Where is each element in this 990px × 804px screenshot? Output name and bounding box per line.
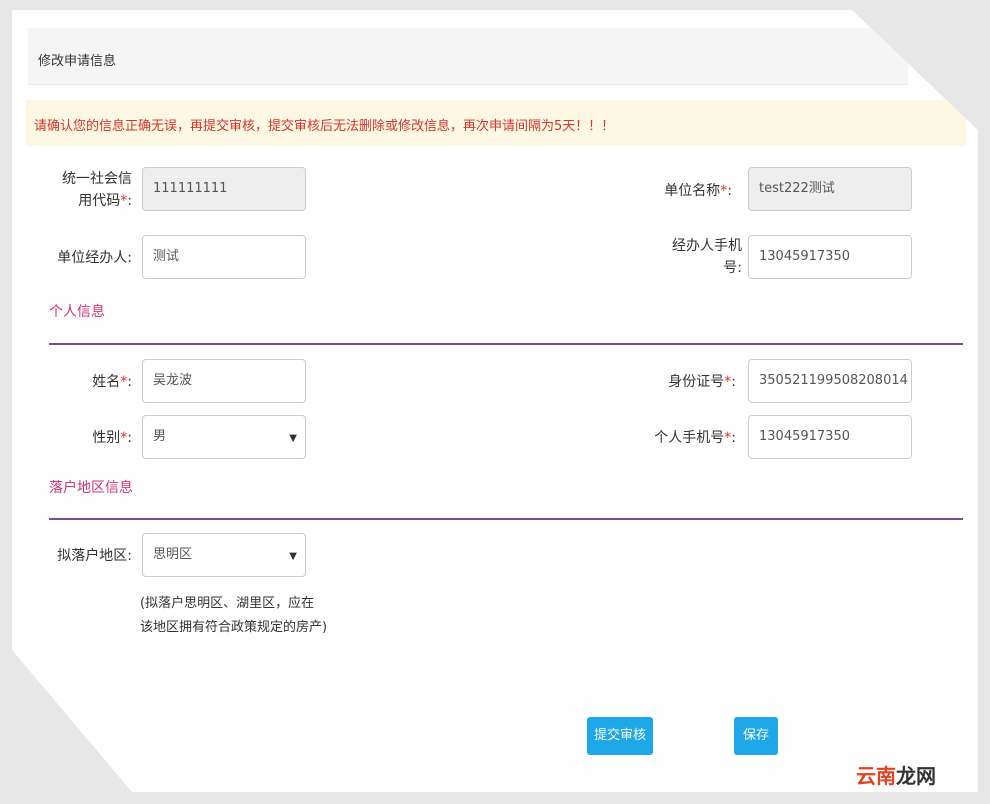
personal-phone-field[interactable]: 13045917350 xyxy=(748,415,912,459)
submit-review-button[interactable]: 提交审核 xyxy=(587,717,653,755)
id-number-field[interactable]: 350521199508208014 xyxy=(748,359,912,403)
agent-phone-label: 经办人手机 号: xyxy=(672,238,742,276)
personal-divider xyxy=(49,343,963,345)
id-number-label: 身份证号*: xyxy=(668,374,736,390)
form-panel: 修改申请信息 请确认您的信息正确无误，再提交审核，提交审核后无法删除或修改信息，… xyxy=(12,10,978,792)
warning-alert: 请确认您的信息正确无误，再提交审核，提交审核后无法删除或修改信息，再次申请间隔为… xyxy=(26,100,966,146)
chevron-down-icon: ▼ xyxy=(289,433,297,444)
unit-name-field[interactable]: test222测试 xyxy=(748,167,912,211)
agent-field[interactable]: 测试 xyxy=(142,235,306,279)
personal-phone-label: 个人手机号*: xyxy=(654,430,736,446)
settle-divider xyxy=(49,518,963,520)
page-title: 修改申请信息 xyxy=(38,54,117,69)
panel-header: 修改申请信息 xyxy=(28,28,908,85)
gender-label: 性别*: xyxy=(92,430,132,446)
agent-phone-field[interactable]: 13045917350 xyxy=(748,235,912,279)
credit-code-field[interactable]: 111111111 xyxy=(142,167,306,211)
save-button[interactable]: 保存 xyxy=(734,717,778,755)
credit-code-label: 统一社会信 用代码*: xyxy=(62,171,132,209)
name-field[interactable]: 吴龙波 xyxy=(142,359,306,403)
settle-section-title: 落户地区信息 xyxy=(49,480,133,496)
region-note: (拟落户思明区、湖里区，应在 该地区拥有符合政策规定的房产) xyxy=(140,596,328,635)
gender-select[interactable]: 男 ▼ xyxy=(142,415,306,459)
name-label: 姓名*: xyxy=(92,374,132,390)
chevron-down-icon: ▼ xyxy=(289,551,297,562)
region-select[interactable]: 思明区 ▼ xyxy=(142,533,306,577)
personal-section-title: 个人信息 xyxy=(49,304,105,320)
unit-name-label: 单位名称*: xyxy=(664,183,732,199)
agent-label: 单位经办人: xyxy=(57,250,132,266)
region-label: 拟落户地区: xyxy=(57,548,132,564)
warning-text: 请确认您的信息正确无误，再提交审核，提交审核后无法删除或修改信息，再次申请间隔为… xyxy=(34,119,615,134)
watermark-logo: 云南龙网 xyxy=(856,764,936,788)
